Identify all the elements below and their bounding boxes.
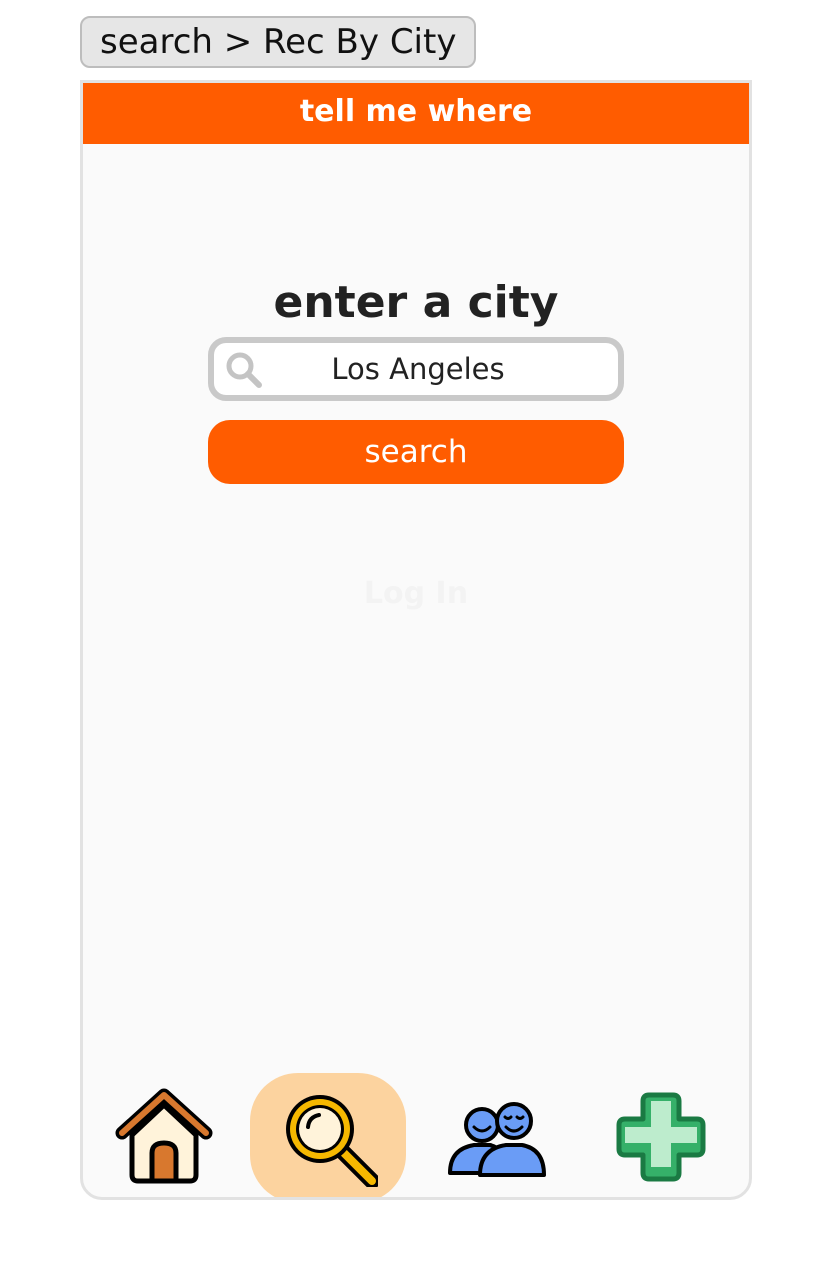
login-link[interactable]: Log In — [83, 576, 749, 611]
nav-add[interactable] — [583, 1073, 739, 1197]
page-title: enter a city — [273, 277, 559, 328]
search-icon — [226, 352, 262, 388]
magnifier-icon — [286, 1095, 378, 1187]
breadcrumb[interactable]: search > Rec By City — [80, 16, 477, 68]
app-frame: tell me where enter a city search Log In — [80, 80, 752, 1200]
nav-community[interactable] — [418, 1073, 574, 1197]
city-search-field[interactable] — [208, 337, 624, 401]
city-input[interactable] — [268, 343, 568, 395]
search-button[interactable]: search — [208, 420, 624, 484]
home-icon — [115, 1088, 213, 1184]
app-header-title: tell me where — [83, 83, 749, 144]
nav-home[interactable] — [86, 1073, 242, 1197]
nav-search[interactable] — [250, 1073, 406, 1197]
people-icon — [448, 1102, 546, 1177]
plus-icon — [616, 1092, 706, 1182]
bottom-nav — [83, 1073, 749, 1197]
